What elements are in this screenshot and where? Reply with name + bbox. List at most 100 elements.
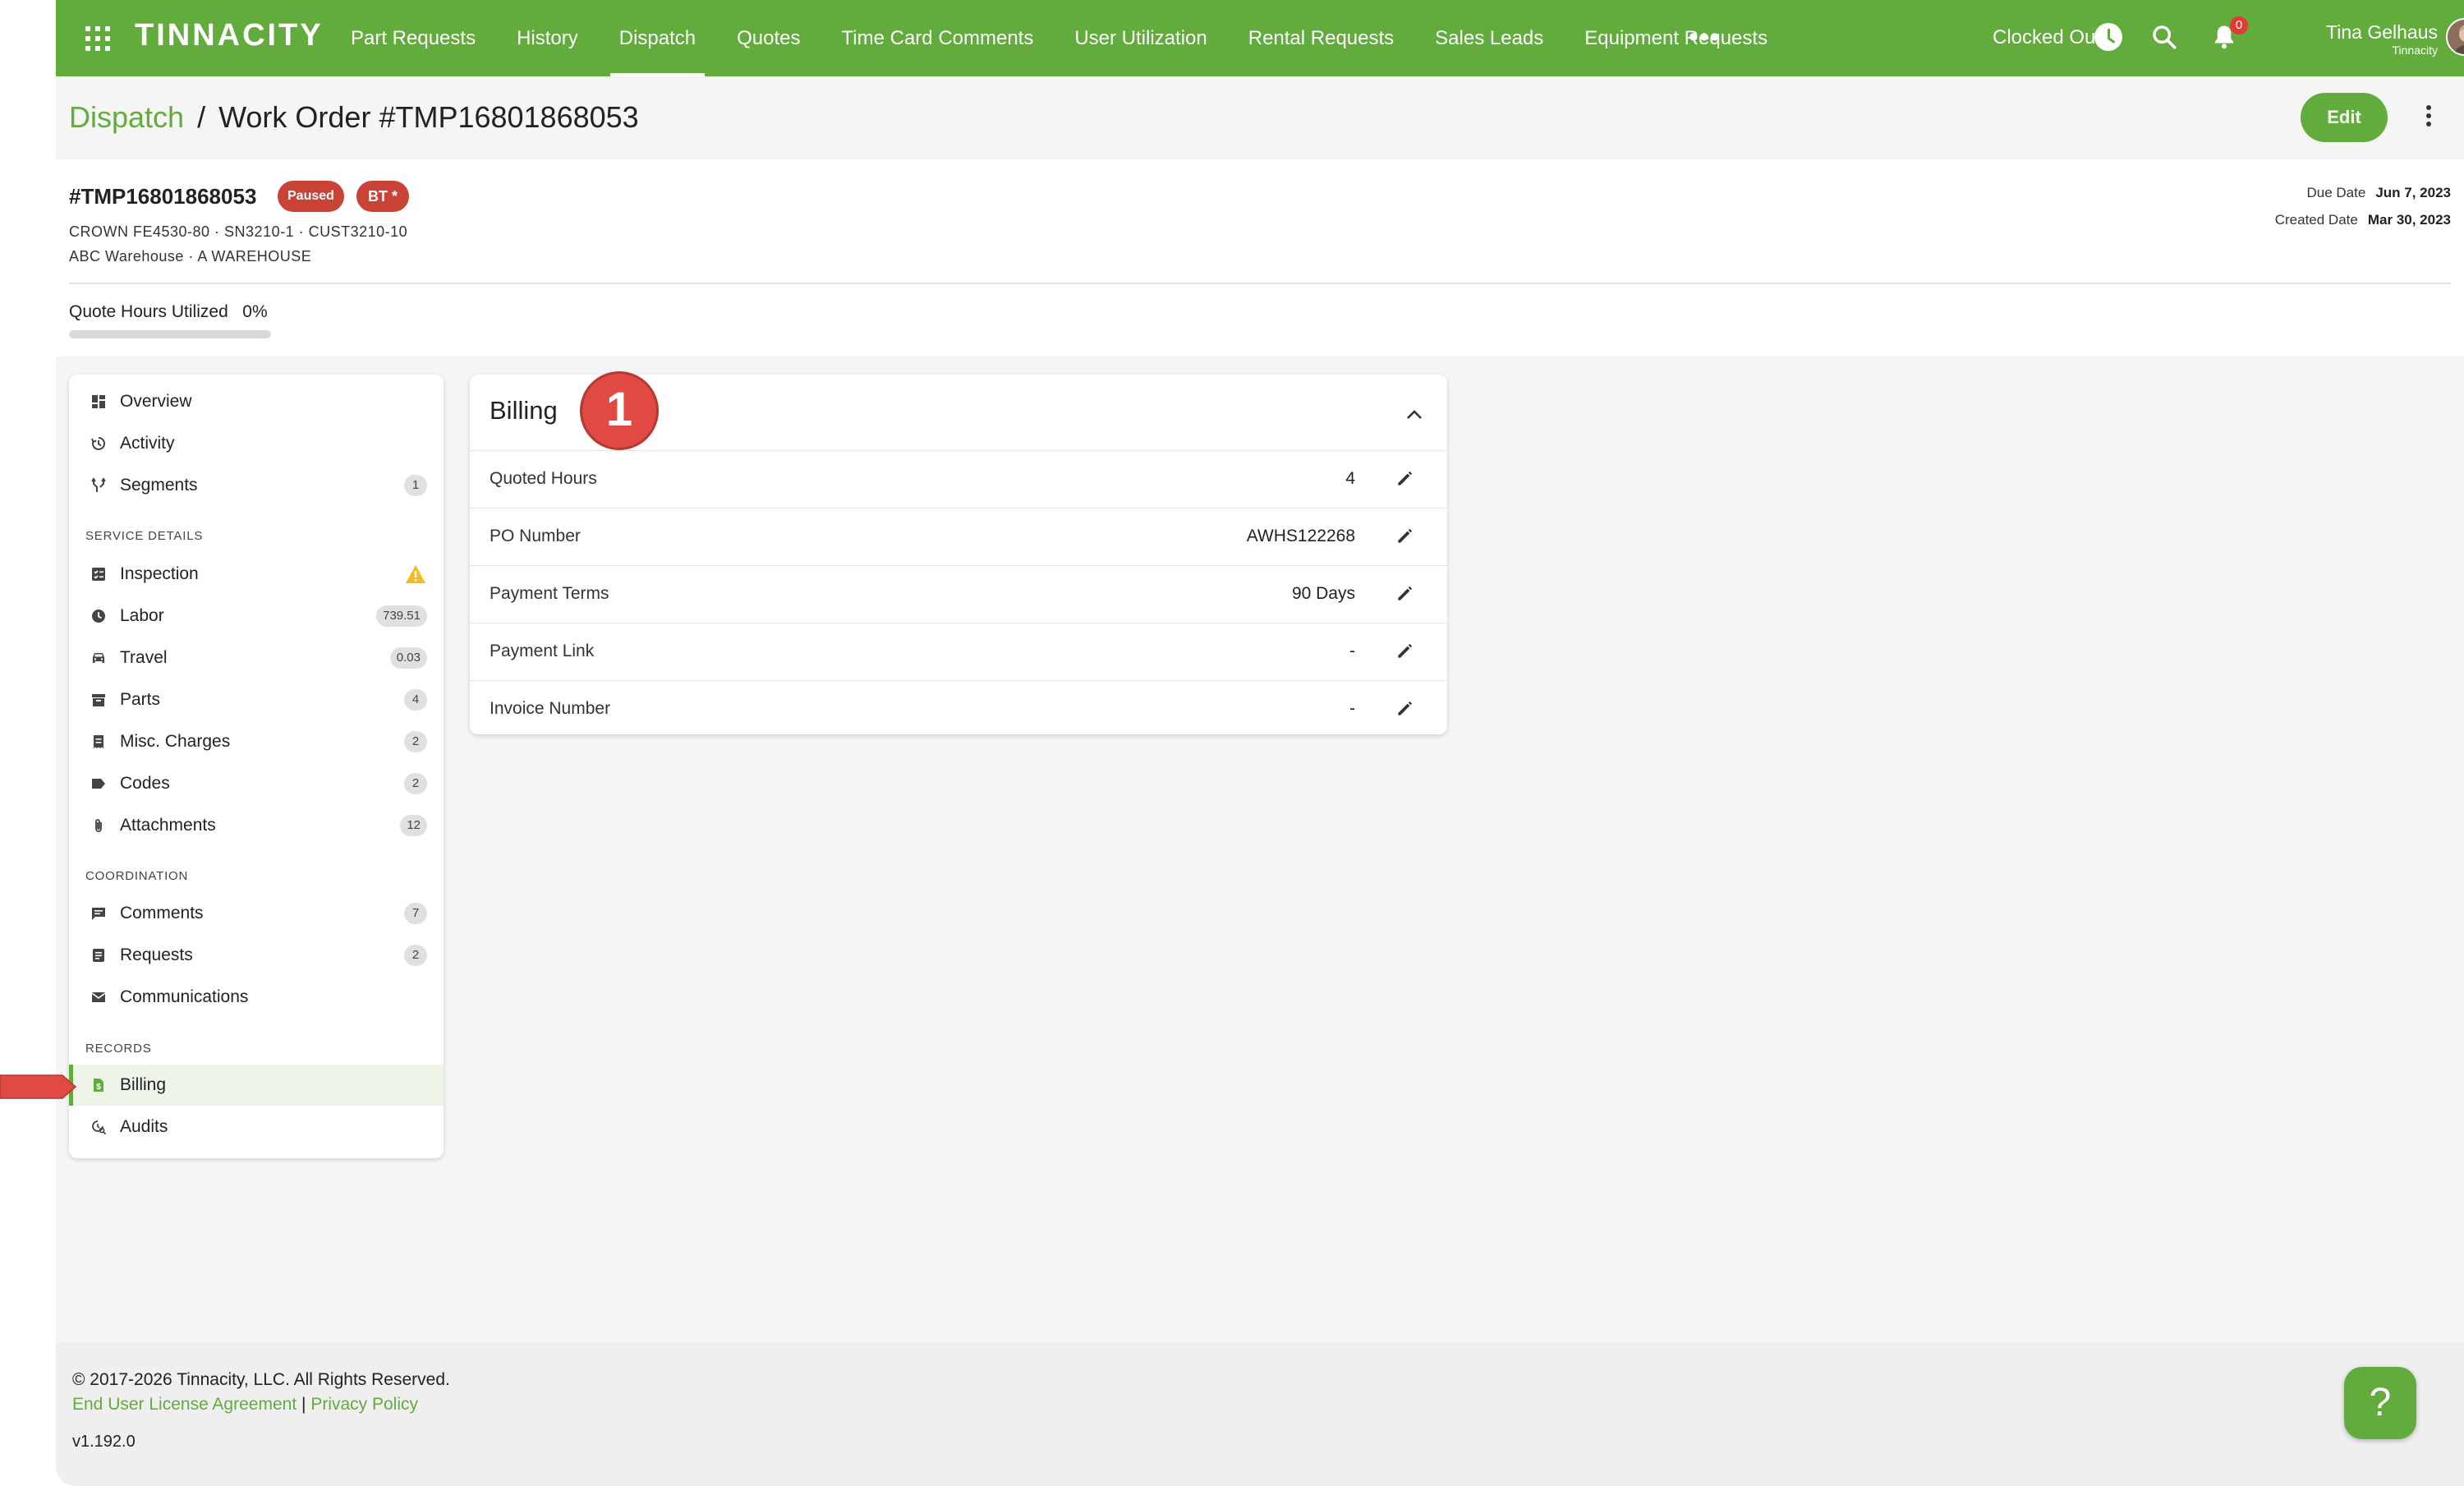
sidebar-item-label: Billing (120, 1075, 167, 1094)
svg-text:$: $ (96, 1083, 101, 1092)
sidebar-item-label: Requests (120, 945, 193, 964)
sidebar-item-comments[interactable]: Comments 7 (69, 893, 444, 934)
billing-row-invoice-number: Invoice Number - (470, 680, 1447, 734)
page-footer: © 2017-2026 Tinnacity, LLC. All Rights R… (56, 1342, 2464, 1486)
work-order-dates: Due Date Jun 7, 2023 Created Date Mar 30, … (2275, 179, 2451, 233)
avatar[interactable] (2446, 18, 2464, 56)
billing-field-value: AWHS122268 (1246, 527, 1355, 545)
billing-field-value: - (1349, 642, 1355, 660)
clock-status[interactable]: Clocked Out (1993, 26, 2101, 49)
breadcrumb-dispatch-link[interactable]: Dispatch (69, 100, 184, 134)
created-date-value: Mar 30, 2023 (2367, 212, 2451, 228)
nav-rental-requests[interactable]: Rental Requests (1228, 0, 1414, 76)
sidebar-item-parts[interactable]: Parts 4 (69, 679, 444, 720)
nav-history[interactable]: History (496, 0, 599, 76)
receipt-icon (94, 735, 103, 748)
billing-card: Billing 1 Quoted Hours 4 PO Number AWHS1… (470, 371, 1447, 734)
sidebar-item-label: Parts (120, 690, 161, 709)
sidebar-item-labor[interactable]: Labor 739.51 (69, 596, 444, 637)
help-button[interactable]: ? (2344, 1367, 2416, 1439)
work-order-header: #TMP16801868053 Paused BT * CROWN FE4530… (56, 159, 2464, 357)
sidebar-item-inspection[interactable]: Inspection (69, 554, 444, 595)
sidebar-item-billing[interactable]: $ Billing (69, 1065, 444, 1106)
due-date-label: Due Date (2306, 185, 2366, 200)
paperclip-icon (95, 819, 102, 832)
billing-row-po-number: PO Number AWHS122268 (470, 508, 1447, 565)
quote-hours-progress-bar (69, 330, 271, 338)
due-date-value: Jun 7, 2023 (2375, 185, 2451, 200)
tag-badge[interactable]: BT * (356, 181, 409, 212)
pencil-icon[interactable] (1395, 640, 1416, 661)
pencil-icon[interactable] (1395, 697, 1416, 719)
sidebar-item-misc-charges[interactable]: Misc. Charges 2 (69, 721, 444, 762)
nav-quotes[interactable]: Quotes (716, 0, 821, 76)
sidebar-item-overview[interactable]: Overview (69, 381, 444, 422)
user-name[interactable]: Tina Gelhaus (2273, 21, 2438, 44)
billing-row-payment-terms: Payment Terms 90 Days (470, 565, 1447, 623)
pencil-icon[interactable] (1395, 467, 1416, 489)
sidebar-item-label: Attachments (120, 816, 216, 835)
split-icon (91, 477, 106, 492)
billing-row-quoted-hours: Quoted Hours 4 (470, 450, 1447, 508)
count-badge: 0.03 (389, 647, 427, 669)
nav-user-utilization[interactable]: User Utilization (1054, 0, 1227, 76)
sidebar-item-attachments[interactable]: Attachments 12 (69, 805, 444, 846)
quote-hours-utilized: Quote Hours Utilized 0% (69, 302, 268, 322)
sidebar-item-audits[interactable]: Audits (69, 1106, 444, 1148)
billing-field-value: 90 Days (1291, 584, 1355, 603)
step-number-badge: 1 (580, 371, 659, 450)
edit-button[interactable]: Edit (2301, 93, 2388, 142)
work-order-number: #TMP16801868053 (69, 184, 257, 209)
billing-field-value: 4 (1345, 469, 1355, 488)
sidebar-item-travel[interactable]: Travel 0.03 (69, 637, 444, 679)
chevron-up-icon[interactable] (1404, 407, 1424, 421)
sidebar-item-label: Labor (120, 606, 164, 625)
nav-part-requests[interactable]: Part Requests (330, 0, 496, 76)
sidebar-item-label: Travel (120, 648, 168, 667)
eula-link[interactable]: End User License Agreement (72, 1395, 297, 1414)
label-icon (92, 779, 105, 789)
comment-icon (92, 908, 105, 920)
sidebar-item-label: Inspection (120, 564, 199, 583)
pencil-icon[interactable] (1395, 525, 1416, 546)
pencil-icon[interactable] (1395, 582, 1416, 604)
sidebar-item-segments[interactable]: Segments 1 (69, 465, 444, 506)
billing-icon: $ (94, 1079, 103, 1092)
section-heading-service-details: SERVICE DETAILS (85, 529, 204, 543)
header-divider (69, 283, 2451, 284)
privacy-policy-link[interactable]: Privacy Policy (310, 1395, 418, 1414)
sidebar-item-requests[interactable]: Requests 2 (69, 935, 444, 976)
breadcrumb-separator: / (197, 100, 206, 134)
nav-time-card-comments[interactable]: Time Card Comments (821, 0, 1055, 76)
sidebar-item-label: Activity (120, 434, 175, 453)
billing-card-title: Billing (490, 396, 558, 425)
sidebar-item-label: Comments (120, 904, 204, 922)
location-details: ABC Warehouse · A WAREHOUSE (69, 248, 312, 265)
billing-field-label: Invoice Number (490, 699, 611, 718)
count-badge: 7 (404, 903, 427, 924)
mail-icon (91, 992, 106, 1002)
nav-sales-leads[interactable]: Sales Leads (1414, 0, 1564, 76)
billing-field-label: Payment Link (490, 642, 595, 660)
search-icon[interactable] (2150, 23, 2178, 51)
copyright-text: © 2017-2026 Tinnacity, LLC. All Rights R… (72, 1370, 450, 1389)
audit-icon (92, 1120, 107, 1135)
sidebar-item-label: Audits (120, 1117, 168, 1136)
clock-icon[interactable] (2094, 23, 2122, 51)
more-options-icon[interactable] (2425, 105, 2433, 131)
billing-field-label: PO Number (490, 527, 581, 545)
sidebar-item-label: Segments (120, 476, 198, 495)
tinnacity-logo[interactable]: TINNACITY (135, 18, 324, 53)
nav-more-icon[interactable]: ••• (1689, 23, 1721, 51)
apps-grid-icon[interactable] (85, 26, 110, 51)
nav-dispatch[interactable]: Dispatch (599, 0, 716, 76)
breadcrumb: Dispatch / Work Order #TMP16801868053 (69, 100, 639, 135)
sidebar-item-communications[interactable]: Communications (69, 977, 444, 1018)
sidebar-item-activity[interactable]: Activity (69, 423, 444, 464)
nav-equipment-requests[interactable]: Equipment Requests (1564, 0, 1788, 76)
car-icon (93, 653, 104, 663)
sidebar-item-codes[interactable]: Codes 2 (69, 763, 444, 804)
billing-field-value: - (1349, 699, 1355, 718)
count-badge: 4 (404, 689, 427, 711)
quote-hours-label: Quote Hours Utilized (69, 302, 228, 321)
